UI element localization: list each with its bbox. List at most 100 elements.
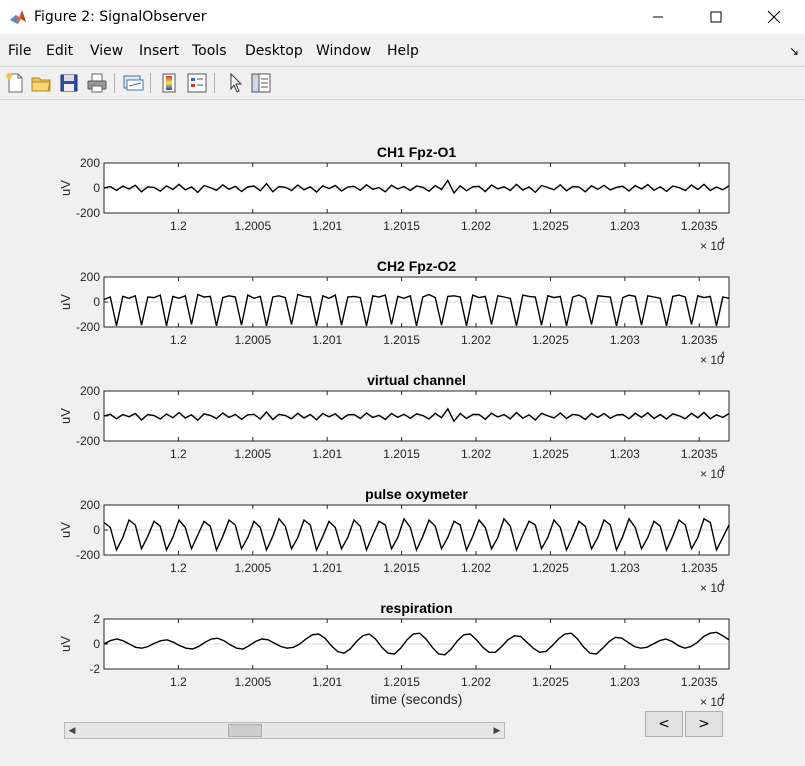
toolbar-separator xyxy=(114,73,115,93)
x-tick-label: 1.202 xyxy=(461,219,491,233)
x-tick-label: 1.202 xyxy=(461,333,491,347)
matlab-logo-icon xyxy=(10,10,26,24)
x-tick-label: 1.2005 xyxy=(234,447,271,461)
y-tick-label: 200 xyxy=(80,384,100,398)
x-tick-label: 1.2035 xyxy=(681,675,718,689)
x-tick-label: 1.2005 xyxy=(234,219,271,233)
edit-plot-arrow-icon[interactable] xyxy=(223,71,247,95)
x-tick-label: 1.202 xyxy=(461,675,491,689)
plot-title: pulse oxymeter xyxy=(365,486,468,502)
window-title: Figure 2: SignalObserver xyxy=(34,9,207,25)
scroll-thumb[interactable] xyxy=(228,724,262,737)
menu-desktop[interactable]: Desktop xyxy=(245,43,303,59)
x-tick-label: 1.202 xyxy=(461,561,491,575)
menu-file[interactable]: File xyxy=(8,43,31,59)
y-tick-label: 0 xyxy=(93,295,100,309)
x-tick-label: 1.2015 xyxy=(383,447,420,461)
link-plot-icon[interactable] xyxy=(121,71,145,95)
x-tick-label: 1.2025 xyxy=(532,561,569,575)
print-icon[interactable] xyxy=(85,71,109,95)
maximize-icon xyxy=(710,11,722,23)
menu-view[interactable]: View xyxy=(90,43,123,59)
y-tick-label: 0 xyxy=(93,637,100,651)
x-tick-label: 1.2025 xyxy=(532,447,569,461)
x-tick-label: 1.2035 xyxy=(681,447,718,461)
x-tick-label: 1.2005 xyxy=(234,561,271,575)
x-tick-label: 1.2015 xyxy=(383,561,420,575)
maximize-button[interactable] xyxy=(693,0,739,34)
dock-arrow-icon[interactable]: ↘ xyxy=(789,44,799,58)
menu-help[interactable]: Help xyxy=(387,43,419,59)
x-tick-label: 1.203 xyxy=(610,219,640,233)
y-tick-label: 2 xyxy=(93,612,100,626)
x-tick-label: 1.2015 xyxy=(383,219,420,233)
x-axis-label: time (seconds) xyxy=(371,691,463,707)
x-tick-label: 1.201 xyxy=(312,675,342,689)
x-tick-label: 1.201 xyxy=(312,333,342,347)
x-tick-label: 1.201 xyxy=(312,561,342,575)
x-tick-label: 1.2005 xyxy=(234,333,271,347)
property-inspector-icon[interactable] xyxy=(249,71,273,95)
toolbar-separator xyxy=(214,73,215,93)
x-exponent-power: 4 xyxy=(720,350,725,360)
insert-colorbar-icon[interactable] xyxy=(157,71,181,95)
x-tick-label: 1.2025 xyxy=(532,333,569,347)
y-tick-label: 0 xyxy=(93,181,100,195)
x-tick-label: 1.2 xyxy=(170,447,187,461)
save-icon[interactable] xyxy=(57,71,81,95)
x-tick-label: 1.203 xyxy=(610,333,640,347)
x-tick-label: 1.2025 xyxy=(532,675,569,689)
x-tick-label: 1.2035 xyxy=(681,561,718,575)
menu-window[interactable]: Window xyxy=(316,43,371,59)
subplots-svg: CH1 Fpz-O1uV2000-2001.2 1.2005 1.201 1.2015… xyxy=(58,144,730,709)
y-axis-label: uV xyxy=(58,408,73,424)
x-tick-label: 1.203 xyxy=(610,675,640,689)
y-tick-label: -200 xyxy=(76,320,100,334)
open-file-icon[interactable] xyxy=(29,71,53,95)
new-figure-icon[interactable] xyxy=(3,71,27,95)
x-tick-label: 1.201 xyxy=(312,219,342,233)
y-axis-label: uV xyxy=(58,636,73,652)
y-axis-label: uV xyxy=(58,180,73,196)
insert-legend-icon[interactable] xyxy=(185,71,209,95)
y-tick-label: 200 xyxy=(80,498,100,512)
x-tick-label: 1.2025 xyxy=(532,219,569,233)
scroll-right-arrow-icon[interactable]: ▶ xyxy=(490,723,504,738)
y-tick-label: -200 xyxy=(76,434,100,448)
next-page-button[interactable]: > xyxy=(685,711,723,737)
menu-edit[interactable]: Edit xyxy=(46,43,73,59)
x-tick-label: 1.2035 xyxy=(681,333,718,347)
plot-title: CH1 Fpz-O1 xyxy=(377,144,457,160)
y-tick-label: -200 xyxy=(76,206,100,220)
prev-page-button[interactable]: < xyxy=(645,711,683,737)
plot-title: virtual channel xyxy=(367,372,466,388)
plot-title: CH2 Fpz-O2 xyxy=(377,258,457,274)
close-button[interactable] xyxy=(751,0,797,34)
y-tick-label: -200 xyxy=(76,548,100,562)
y-axis-label: uV xyxy=(58,522,73,538)
x-tick-label: 1.2 xyxy=(170,333,187,347)
figure-canvas: CH1 Fpz-O1 uV 200 0 -200 1.2 1.2005 1.201 1.2015… xyxy=(0,99,805,761)
x-tick-label: 1.203 xyxy=(610,561,640,575)
y-tick-label: 200 xyxy=(80,270,100,284)
close-icon xyxy=(767,10,781,24)
menu-bar: File Edit View Insert Tools Desktop Wind… xyxy=(0,38,805,66)
x-tick-label: 1.2015 xyxy=(383,675,420,689)
scroll-left-arrow-icon[interactable]: ◀ xyxy=(65,723,79,738)
x-tick-label: 1.2 xyxy=(170,561,187,575)
menu-insert[interactable]: Insert xyxy=(139,43,179,59)
x-exponent-power: 4 xyxy=(720,578,725,588)
x-tick-label: 1.2005 xyxy=(234,675,271,689)
toolbar xyxy=(0,66,805,100)
y-tick-label: 0 xyxy=(93,523,100,537)
menu-tools[interactable]: Tools xyxy=(192,43,227,59)
time-scrollbar[interactable]: ◀ ▶ xyxy=(64,722,505,739)
x-tick-label: 1.2035 xyxy=(681,219,718,233)
y-tick-label: -2 xyxy=(89,662,100,676)
x-tick-label: 1.2015 xyxy=(383,333,420,347)
plot-title: respiration xyxy=(380,600,452,616)
x-tick-label: 1.203 xyxy=(610,447,640,461)
minimize-button[interactable] xyxy=(635,0,681,34)
y-axis-label: uV xyxy=(58,294,73,310)
x-tick-label: 1.2 xyxy=(170,219,187,233)
